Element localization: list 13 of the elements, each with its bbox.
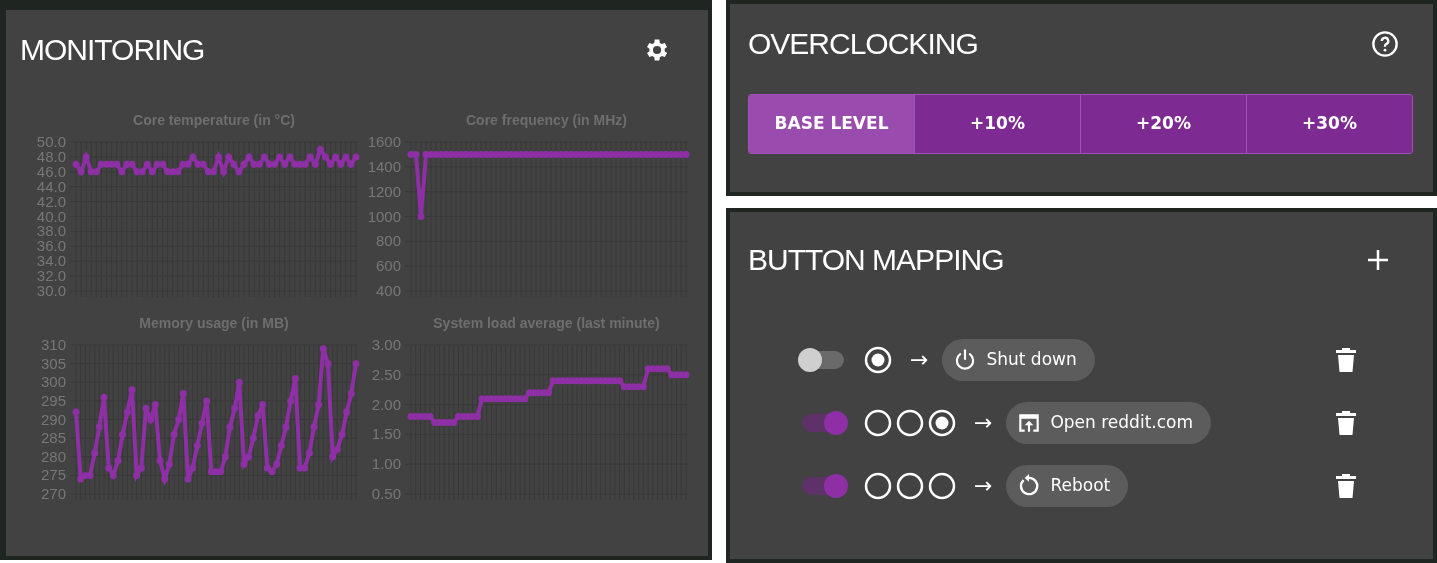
action-button[interactable]: Reboot — [1006, 464, 1129, 507]
panel-title: OVERCLOCKING — [748, 26, 978, 62]
level-option[interactable]: BASE LEVEL — [749, 95, 914, 153]
action-button[interactable]: Shut down — [942, 338, 1095, 381]
action-button[interactable]: Open reddit.com — [1006, 401, 1211, 444]
level-option[interactable]: +10% — [914, 95, 1080, 153]
arrow: → — [974, 409, 993, 437]
level-option[interactable]: +20% — [1080, 95, 1246, 153]
panel-title: MONITORING — [20, 32, 205, 68]
level-option[interactable]: +30% — [1246, 95, 1412, 153]
panel-title: BUTTON MAPPING — [748, 242, 1004, 278]
arrow: → — [974, 472, 993, 500]
arrow: → — [910, 346, 929, 374]
